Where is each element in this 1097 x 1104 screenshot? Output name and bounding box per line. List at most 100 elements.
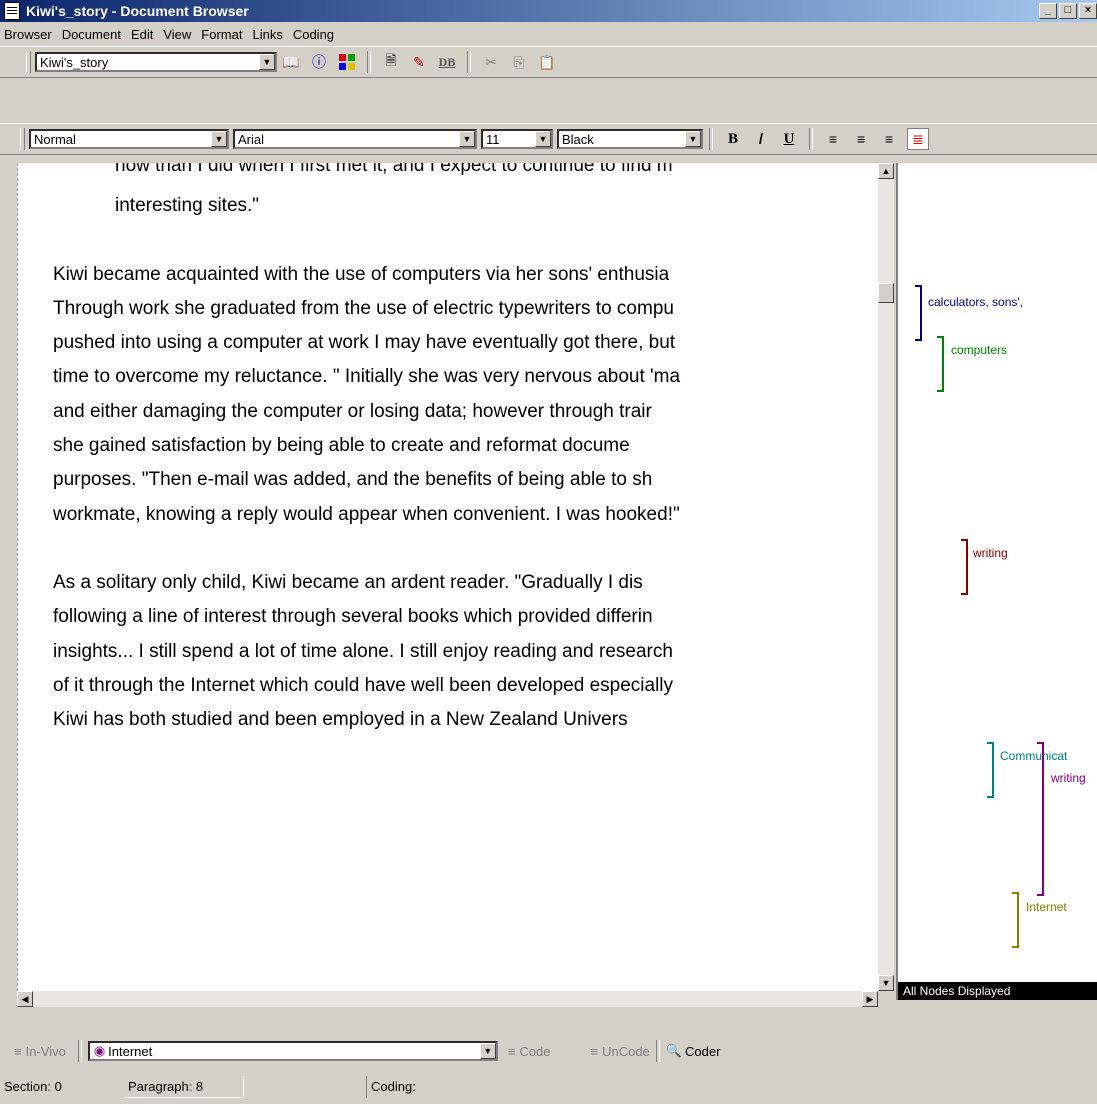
menu-links[interactable]: Links [252, 27, 288, 42]
coding-bracket[interactable] [961, 539, 968, 595]
coder-bar: ≡ In-Vivo ◉ Internet ▼ ≡ Code ≡ UnCode 🔍… [0, 1032, 1097, 1070]
document-select[interactable]: Kiwi's_story ▼ [35, 52, 277, 72]
text-line: following a line of interest through sev… [53, 606, 653, 628]
coding-bracket[interactable] [1012, 892, 1019, 948]
cut-icon[interactable]: ✂ [481, 52, 501, 72]
magnifier-icon: 🔍 [665, 1043, 682, 1058]
bold-button[interactable]: B [723, 129, 743, 149]
toolbar-grip[interactable] [26, 51, 31, 73]
coding-stripes-pane[interactable]: calculators, sons', computers writing Co… [896, 163, 1097, 1000]
text-line: and either damaging the computer or losi… [53, 400, 652, 422]
color-select[interactable]: Black ▼ [557, 129, 703, 149]
coder-button[interactable]: 🔍 Coder [666, 1043, 721, 1059]
chevron-down-icon[interactable]: ▼ [479, 1043, 496, 1059]
title-bar[interactable]: Kiwi's_story - Document Browser _ □ × [0, 0, 1097, 22]
paste-icon[interactable]: 📋 [537, 52, 557, 72]
horizontal-scrollbar[interactable]: ◀ ▶ [17, 991, 878, 1007]
menu-coding[interactable]: Coding [293, 27, 340, 42]
scroll-left-button[interactable]: ◀ [17, 991, 33, 1007]
text-line: she gained satisfaction by being able to… [53, 435, 630, 457]
align-left-icon[interactable]: ≡ [823, 129, 843, 149]
justify-icon[interactable]: ≣ [907, 128, 929, 150]
text-line: time to overcome my reluctance. " Initia… [53, 366, 681, 388]
coding-bracket[interactable] [915, 285, 922, 341]
db-link-button[interactable]: DB [437, 52, 457, 72]
menu-view[interactable]: View [163, 27, 197, 42]
toolbar-separator [467, 51, 471, 73]
node-select[interactable]: ◉ Internet ▼ [87, 1041, 498, 1061]
status-spacer [244, 1076, 366, 1098]
in-vivo-button[interactable]: ≡ In-Vivo [14, 1044, 66, 1059]
paragraph-status: Paragraph: 8 [124, 1076, 244, 1098]
coding-bracket[interactable] [1037, 742, 1044, 896]
lines-icon: ≡ [14, 1043, 22, 1059]
chevron-down-icon[interactable]: ▼ [211, 131, 227, 147]
font-size-select[interactable]: 11 ▼ [481, 129, 553, 149]
node-label[interactable]: Internet [1026, 900, 1067, 914]
coding-status: Coding: [366, 1076, 1097, 1098]
document-text[interactable]: now than I did when I first met it, and … [53, 163, 853, 737]
toolbar-separator [367, 51, 371, 73]
scroll-right-button[interactable]: ▶ [862, 991, 878, 1007]
info-icon[interactable]: ⓘ [309, 52, 329, 72]
align-center-icon[interactable]: ≡ [851, 129, 871, 149]
lines-icon: ≡ [590, 1043, 599, 1059]
coding-bracket[interactable] [937, 336, 944, 392]
status-bar: Section: 0 Paragraph: 8 Coding: [0, 1074, 1097, 1100]
minimize-button[interactable]: _ [1039, 3, 1057, 19]
menu-browser[interactable]: Browser [4, 27, 58, 42]
scroll-thumb[interactable] [878, 283, 894, 303]
align-right-icon[interactable]: ≡ [879, 129, 899, 149]
book-icon[interactable]: 📖 [281, 52, 301, 72]
scroll-up-button[interactable]: ▲ [878, 163, 894, 179]
text-line: Through work she graduated from the use … [53, 297, 674, 319]
chevron-down-icon[interactable]: ▼ [259, 54, 275, 70]
underline-button[interactable]: U [779, 129, 799, 149]
text-line: of it through the Internet which could h… [53, 674, 674, 696]
close-button[interactable]: × [1079, 3, 1097, 19]
code-button[interactable]: ≡ Code [508, 1044, 551, 1059]
coding-bracket[interactable] [987, 742, 994, 798]
report-icon[interactable]: 🗎 [381, 52, 401, 72]
scroll-down-button[interactable]: ▼ [878, 975, 894, 991]
maximize-button[interactable]: □ [1059, 3, 1077, 19]
menu-edit[interactable]: Edit [131, 27, 159, 42]
format-toolbar: Normal ▼ Arial ▼ 11 ▼ Black ▼ B / U ≡ ≡ … [0, 123, 1097, 155]
chevron-down-icon[interactable]: ▼ [535, 131, 551, 147]
uncode-button[interactable]: ≡ UnCode [591, 1044, 650, 1059]
menu-document[interactable]: Document [62, 27, 127, 42]
italic-button[interactable]: / [751, 129, 771, 149]
node-label[interactable]: calculators, sons', [928, 295, 1023, 309]
node-label[interactable]: writing [973, 546, 1008, 560]
document-icon [4, 2, 20, 20]
text-line: now than I did when I first met it, and … [115, 163, 673, 176]
lines-icon: ≡ [507, 1043, 516, 1059]
vertical-scrollbar[interactable]: ▲ ▼ [878, 163, 894, 991]
toolbar-separator [709, 128, 713, 150]
all-nodes-footer: All Nodes Displayed [898, 982, 1097, 1000]
pin-icon[interactable]: ✎ [409, 52, 429, 72]
menu-format[interactable]: Format [201, 27, 248, 42]
copy-icon[interactable]: ⎘ [509, 52, 529, 72]
node-label[interactable]: writing [1051, 771, 1086, 785]
node-label[interactable]: computers [951, 343, 1007, 357]
document-pane[interactable]: now than I did when I first met it, and … [17, 163, 878, 991]
toolbar-grip[interactable] [20, 128, 25, 150]
document-toolbar: Kiwi's_story ▼ 📖 ⓘ 🗎 ✎ DB ✂ ⎘ 📋 [0, 46, 1097, 78]
font-select[interactable]: Arial ▼ [233, 129, 477, 149]
chevron-down-icon[interactable]: ▼ [459, 131, 475, 147]
text-line: insights... I still spend a lot of time … [53, 640, 673, 662]
margin-line [17, 163, 18, 991]
text-line: purposes. "Then e-mail was added, and th… [53, 469, 653, 491]
color-grid-icon[interactable] [337, 52, 357, 72]
node-icon: ◉ [93, 1043, 106, 1058]
section-status: Section: 0 [4, 1079, 62, 1094]
style-select[interactable]: Normal ▼ [29, 129, 229, 149]
text-line: As a solitary only child, Kiwi became an… [53, 571, 643, 593]
node-label[interactable]: Communicat [1000, 749, 1067, 763]
chevron-down-icon[interactable]: ▼ [685, 131, 701, 147]
toolbar-separator [809, 128, 813, 150]
window-title: Kiwi's_story - Document Browser [26, 3, 249, 19]
